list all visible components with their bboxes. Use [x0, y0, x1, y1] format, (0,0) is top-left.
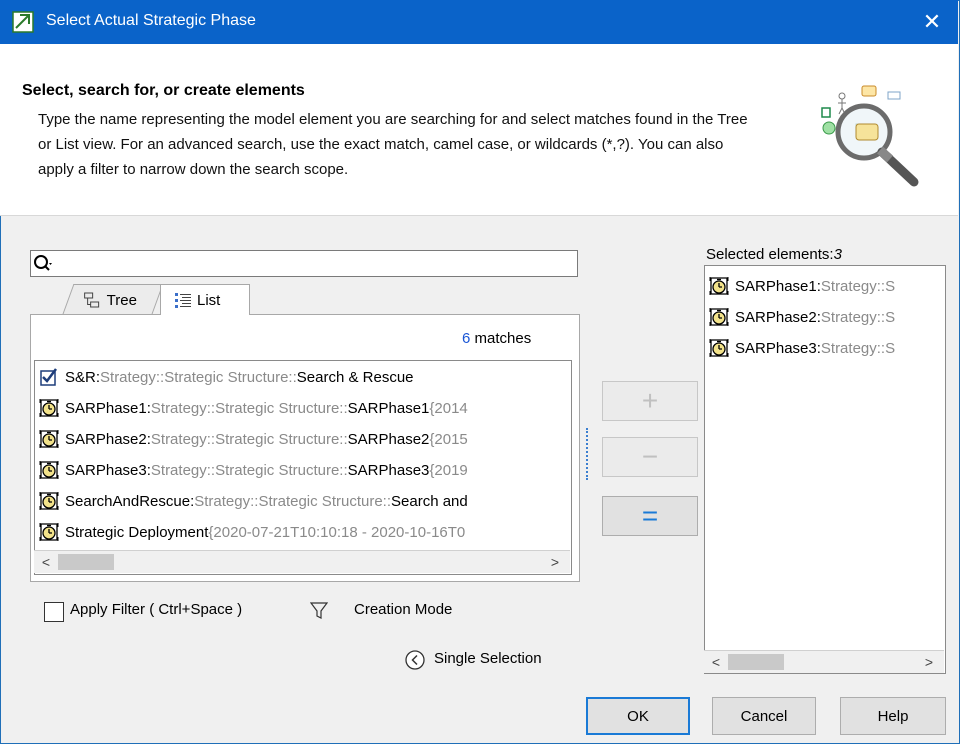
results-list: S&R : Strategy::Strategic Structure:: Sea… [34, 360, 572, 575]
scroll-right-icon[interactable]: > [920, 653, 938, 671]
set-elements-button[interactable]: = [602, 496, 698, 536]
search-icon[interactable] [33, 254, 55, 272]
item-name: SARPhase1 [65, 399, 147, 417]
checked-strategy-icon [40, 368, 57, 386]
splitter-handle[interactable] [586, 428, 590, 480]
tab-list[interactable]: List [160, 284, 250, 315]
selected-horizontal-scrollbar[interactable]: < > [704, 650, 944, 673]
search-input[interactable] [60, 251, 572, 274]
item-qualifier: Strategy::Strategic Structure:: [194, 492, 392, 510]
item-qualifier: Strategy::Strategic Structure:: [100, 368, 297, 386]
selected-item-qualifier: Strategy::S [820, 308, 896, 326]
selected-label-text: Selected elements: [706, 246, 834, 263]
timer-icon [709, 308, 729, 326]
header-description: Type the name representing the model ele… [38, 111, 748, 178]
item-name: Strategic Deployment [65, 523, 209, 541]
item-name: SARPhase2 [65, 430, 147, 448]
match-count-suffix: matches [470, 330, 532, 347]
timer-icon [39, 523, 59, 541]
timer-icon [39, 399, 59, 417]
scroll-right-icon[interactable]: > [546, 553, 564, 571]
item-element: SARPhase2 [347, 430, 430, 448]
selected-item-qualifier: Strategy::S [820, 339, 896, 357]
scroll-thumb[interactable] [58, 554, 114, 570]
item-name: S&R [65, 368, 96, 386]
tab-tree[interactable]: Tree [62, 284, 164, 314]
creation-mode-link[interactable]: Creation Mode [354, 601, 452, 618]
timer-icon [709, 339, 729, 357]
item-element: Search and [391, 492, 468, 510]
apply-filter-label[interactable]: Apply Filter ( Ctrl+Space ) [70, 601, 242, 618]
app-icon [12, 11, 34, 33]
item-extra: {2020-07-21T10:10:18 - 2020-10-16T0 [208, 523, 466, 541]
timer-icon [39, 461, 59, 479]
filter-icon[interactable] [310, 601, 328, 621]
close-icon: ✕ [922, 9, 942, 34]
add-element-button[interactable]: + [602, 381, 698, 421]
selected-count: 3 [833, 246, 842, 263]
help-button[interactable]: Help [840, 697, 946, 735]
match-count: 6 matches [462, 330, 531, 347]
item-extra: {2015 [429, 430, 468, 448]
item-extra: {2014 [429, 399, 468, 417]
tab-list-label: List [197, 291, 221, 309]
scroll-left-icon[interactable]: < [37, 553, 55, 571]
equals-icon: = [641, 500, 659, 531]
tree-icon [84, 292, 100, 307]
item-qualifier: Strategy::Strategic Structure:: [150, 430, 348, 448]
cancel-button[interactable]: Cancel [712, 697, 816, 735]
item-element: Search & Rescue [296, 368, 414, 386]
timer-icon [39, 492, 59, 510]
item-element: SARPhase3 [347, 461, 430, 479]
plus-icon: + [641, 385, 659, 416]
results-horizontal-scrollbar[interactable]: < > [34, 550, 570, 573]
window-title: Select Actual Strategic Phase [46, 12, 256, 29]
timer-icon [709, 277, 729, 295]
scroll-left-icon[interactable]: < [707, 653, 725, 671]
list-item[interactable]: SARPhase1 : Strategy::Strategic Structur… [39, 395, 468, 421]
tab-tree-label: Tree [106, 291, 138, 308]
chevron-left-circle-icon[interactable] [404, 649, 426, 671]
list-item[interactable]: SARPhase3 : Strategy::Strategic Structur… [39, 457, 468, 483]
list-item[interactable]: S&R : Strategy::Strategic Structure:: Sea… [39, 364, 414, 390]
item-name: SearchAndRescue [65, 492, 191, 510]
list-item[interactable]: SearchAndRescue : Strategy::Strategic St… [39, 488, 468, 514]
single-selection-link[interactable]: Single Selection [434, 650, 542, 667]
selected-item-name: SARPhase3 [735, 339, 817, 357]
selected-item[interactable]: SARPhase1 : Strategy::S [709, 273, 895, 299]
header-title: Select, search for, or create elements [22, 82, 305, 99]
minus-icon: − [641, 441, 659, 472]
list-item[interactable]: SARPhase2 : Strategy::Strategic Structur… [39, 426, 468, 452]
selected-elements-list: SARPhase1 : Strategy::S SARPhase2 : Stra… [704, 265, 946, 674]
item-qualifier: Strategy::Strategic Structure:: [150, 461, 348, 479]
item-element: SARPhase1 [347, 399, 430, 417]
list-item[interactable]: Strategic Deployment {2020-07-21T10:10:1… [39, 519, 465, 545]
scroll-thumb[interactable] [728, 654, 784, 670]
selected-elements-label: Selected elements:3 [706, 246, 842, 263]
item-qualifier: Strategy::Strategic Structure:: [150, 399, 348, 417]
timer-icon [39, 430, 59, 448]
selected-item-name: SARPhase1 [735, 277, 817, 295]
selected-item-qualifier: Strategy::S [820, 277, 896, 295]
item-name: SARPhase3 [65, 461, 147, 479]
selected-item[interactable]: SARPhase2 : Strategy::S [709, 304, 895, 330]
ok-button[interactable]: OK [586, 697, 690, 735]
selected-item-name: SARPhase2 [735, 308, 817, 326]
list-icon [175, 293, 191, 308]
remove-element-button[interactable]: − [602, 437, 698, 477]
close-button[interactable]: ✕ [914, 6, 950, 38]
apply-filter-checkbox[interactable] [44, 602, 64, 622]
item-extra: {2019 [429, 461, 468, 479]
selected-item[interactable]: SARPhase3 : Strategy::S [709, 335, 895, 361]
search-elements-illustration-icon [821, 85, 919, 187]
